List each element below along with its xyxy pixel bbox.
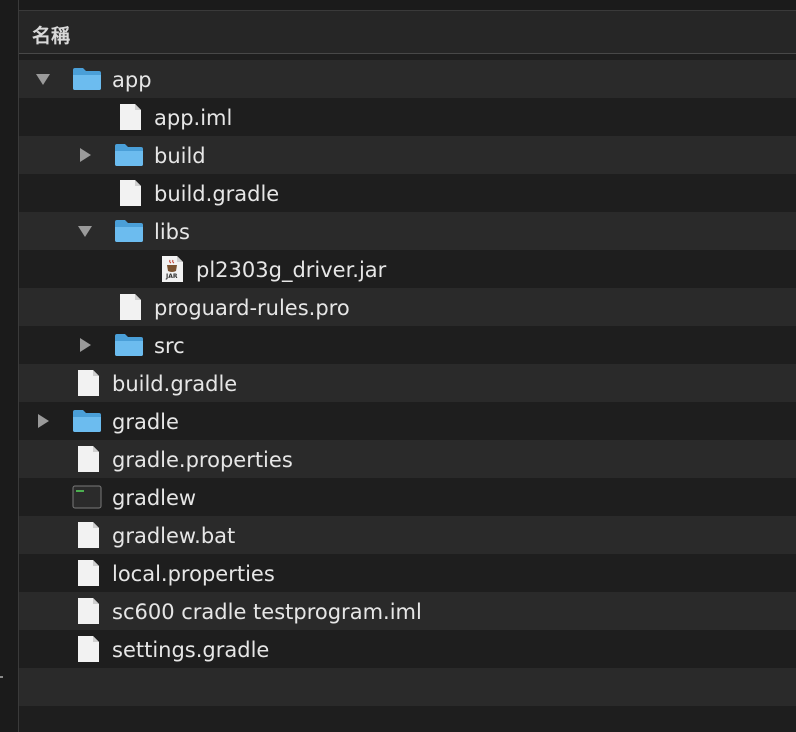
- document-icon: [116, 104, 146, 130]
- list-item-build-gradle[interactable]: build.gradle: [19, 364, 796, 402]
- column-header-name[interactable]: 名稱: [32, 21, 70, 48]
- list-item-src[interactable]: src: [19, 326, 796, 364]
- jar-icon: JAR: [158, 256, 188, 282]
- list-item-app[interactable]: app: [19, 60, 796, 98]
- item-name: build: [154, 144, 206, 168]
- item-name: app: [112, 68, 152, 92]
- item-name: build.gradle: [112, 372, 238, 396]
- item-name: local.properties: [112, 562, 275, 586]
- item-name: gradlew: [112, 486, 197, 510]
- column-header[interactable]: 名稱: [19, 10, 796, 54]
- list-item-proguard[interactable]: proguard-rules.pro: [19, 288, 796, 326]
- list-item-gradlew-bat[interactable]: gradlew.bat: [19, 516, 796, 554]
- list-item-local-properties[interactable]: local.properties: [19, 554, 796, 592]
- document-icon: [74, 598, 104, 624]
- disclosure-expanded-icon[interactable]: [77, 223, 93, 239]
- sidebar-edge: [0, 0, 19, 732]
- item-name: build.gradle: [154, 182, 280, 206]
- disclosure-collapsed-icon[interactable]: [77, 337, 93, 353]
- folder-icon: [72, 66, 102, 92]
- item-name: sc600 cradle testprogram.iml: [112, 600, 422, 624]
- list-item-build-folder[interactable]: build: [19, 136, 796, 174]
- document-icon: [74, 446, 104, 472]
- finder-list-window: 名稱 app app.iml build build.gradle libs J…: [0, 0, 796, 732]
- item-name: gradlew.bat: [112, 524, 236, 548]
- item-name: src: [154, 334, 185, 358]
- list-item-testprogram-iml[interactable]: sc600 cradle testprogram.iml: [19, 592, 796, 630]
- item-name: app.iml: [154, 106, 233, 130]
- folder-icon: [114, 218, 144, 244]
- disclosure-collapsed-icon[interactable]: [77, 147, 93, 163]
- list-item-gradlew[interactable]: gradlew: [19, 478, 796, 516]
- document-icon: [74, 560, 104, 586]
- document-icon: [74, 370, 104, 396]
- folder-icon: [72, 408, 102, 434]
- list-item-libs[interactable]: libs: [19, 212, 796, 250]
- item-name: libs: [154, 220, 190, 244]
- file-list: app app.iml build build.gradle libs JAR …: [19, 60, 796, 668]
- list-item-app-iml[interactable]: app.iml: [19, 98, 796, 136]
- disclosure-collapsed-icon[interactable]: [35, 413, 51, 429]
- document-icon: [116, 180, 146, 206]
- list-item-app-build-gradle[interactable]: build.gradle: [19, 174, 796, 212]
- document-icon: [74, 522, 104, 548]
- list-item-jar[interactable]: JAR pl2303g_driver.jar: [19, 250, 796, 288]
- terminal-executable-icon: [72, 484, 102, 510]
- item-name: proguard-rules.pro: [154, 296, 350, 320]
- sidebar-tick: [0, 676, 3, 678]
- item-name: settings.gradle: [112, 638, 270, 662]
- item-name: pl2303g_driver.jar: [196, 258, 387, 282]
- document-icon: [74, 636, 104, 662]
- empty-row: [19, 668, 796, 706]
- folder-icon: [114, 142, 144, 168]
- list-item-settings-gradle[interactable]: settings.gradle: [19, 630, 796, 668]
- disclosure-expanded-icon[interactable]: [35, 71, 51, 87]
- jar-icon-text: JAR: [166, 273, 178, 280]
- list-item-gradle-folder[interactable]: gradle: [19, 402, 796, 440]
- item-name: gradle: [112, 410, 179, 434]
- document-icon: [116, 294, 146, 320]
- item-name: gradle.properties: [112, 448, 293, 472]
- toolbar-strip: [19, 0, 796, 10]
- folder-icon: [114, 332, 144, 358]
- list-item-gradle-properties[interactable]: gradle.properties: [19, 440, 796, 478]
